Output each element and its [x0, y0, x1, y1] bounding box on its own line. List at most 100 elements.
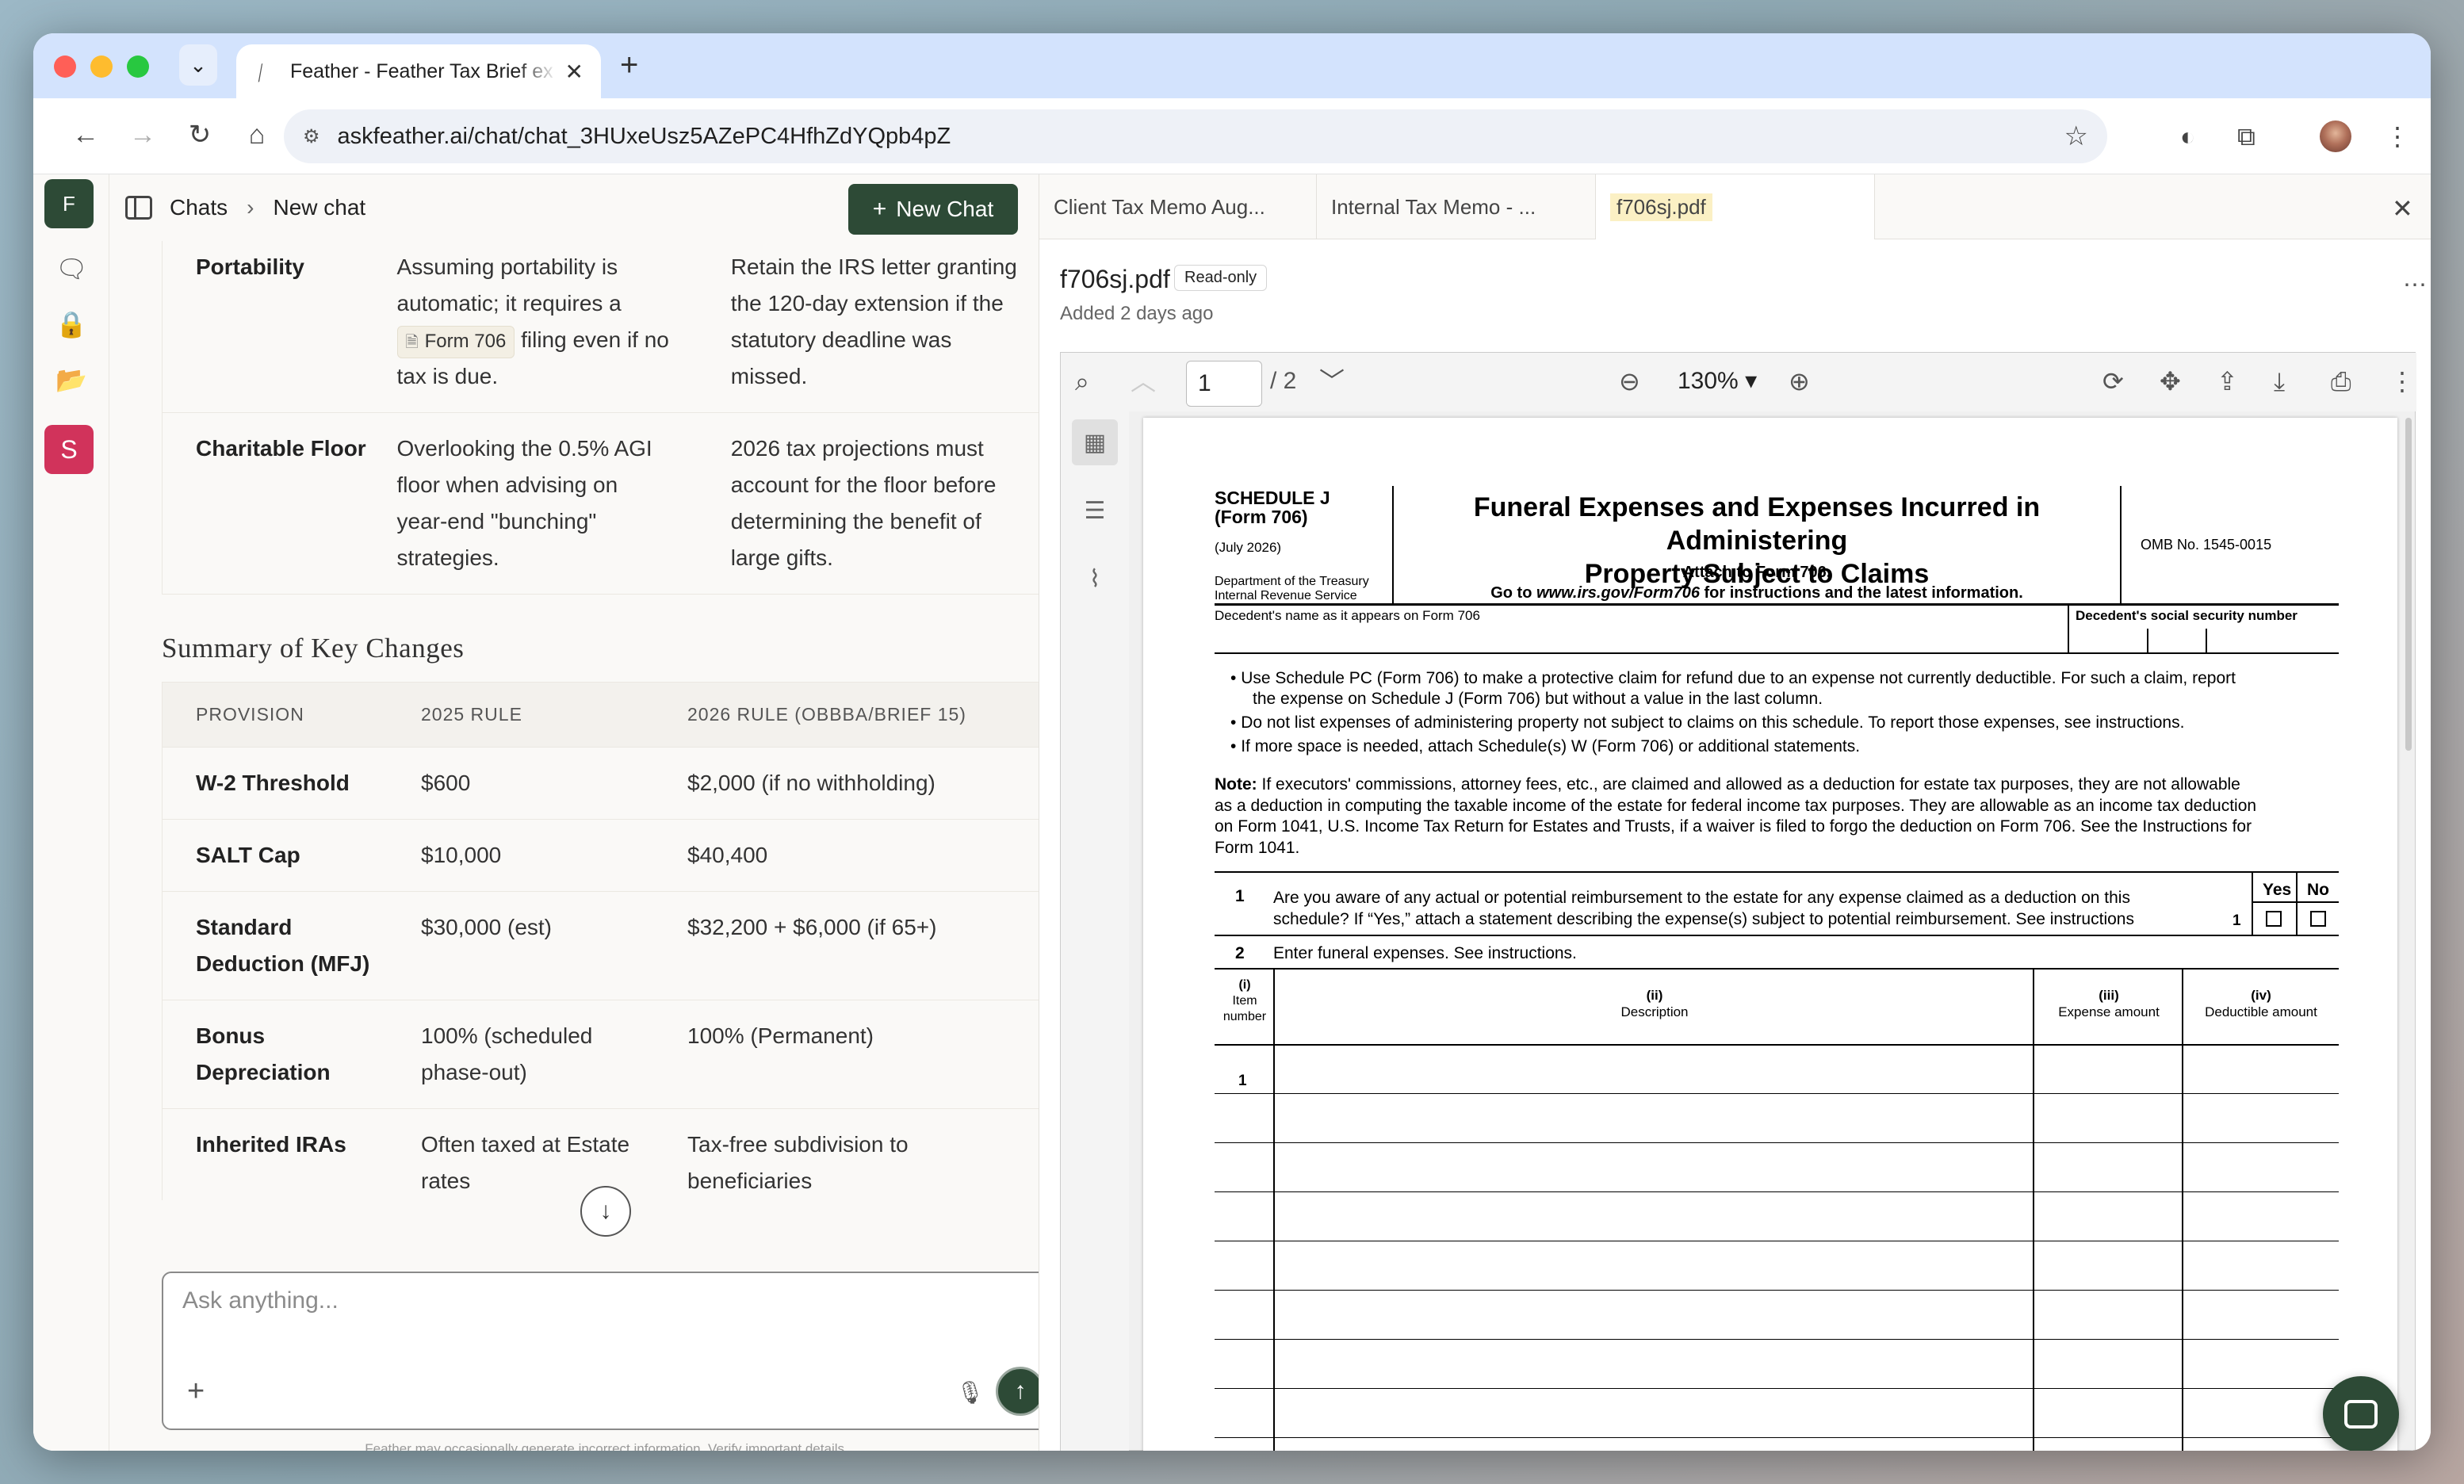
- rule-2026-cell: $32,200 + $6,000 (if 65+): [687, 915, 937, 939]
- chat-messages[interactable]: Portability Assuming portability is auto…: [109, 241, 1039, 1200]
- column-header: 2026 RULE (OBBBA/BRIEF 15): [687, 704, 966, 725]
- close-window-button[interactable]: [54, 55, 76, 78]
- new-chat-button[interactable]: + New Chat: [848, 184, 1018, 235]
- browser-tab-bar: ⌄ ⟋ Feather - Feather Tax Brief ex ✕ +: [33, 33, 2431, 98]
- question-2-text: Enter funeral expenses. See instructions…: [1273, 944, 1577, 962]
- user-avatar[interactable]: S: [44, 425, 94, 474]
- close-tab-icon[interactable]: ✕: [565, 59, 583, 85]
- provision-cell: Bonus Depreciation: [196, 1023, 331, 1084]
- share-icon[interactable]: ⇪: [2217, 364, 2238, 399]
- yes-checkbox[interactable]: [2266, 911, 2282, 927]
- column-expense-amount: (iii) Expense amount: [2058, 988, 2160, 1019]
- composer-input[interactable]: Ask anything...: [182, 1287, 339, 1314]
- minimize-window-button[interactable]: [90, 55, 113, 78]
- next-page-chevron-icon[interactable]: ﹀: [1319, 364, 1345, 399]
- decedent-ssn-label: Decedent's social security number: [2076, 608, 2298, 623]
- omb-number: OMB No. 1545-0015: [2141, 537, 2272, 553]
- tab-client-tax-memo[interactable]: Client Tax Memo Aug...: [1039, 174, 1317, 239]
- row-pitfall: Overlooking the 0.5% AGI floor when advi…: [396, 436, 652, 570]
- row-action: 2026 tax projections must account for th…: [730, 436, 997, 570]
- password-manager-icon[interactable]: ◐: [2180, 117, 2195, 155]
- support-chat-icon[interactable]: [2323, 1376, 2399, 1451]
- pan-icon[interactable]: ✥: [2160, 364, 2181, 399]
- table-row: Charitable Floor Overlooking the 0.5% AG…: [163, 413, 1039, 594]
- tab-internal-tax-memo[interactable]: Internal Tax Memo - ...: [1317, 174, 1596, 239]
- rule-2025-cell: $10,000: [421, 843, 502, 867]
- thumbnails-icon[interactable]: ▦: [1072, 419, 1118, 465]
- address-bar[interactable]: ⚙ askfeather.ai/chat/chat_3HUxeUsz5AZePC…: [284, 109, 2107, 163]
- scroll-down-arrow-icon[interactable]: ↓: [580, 1186, 631, 1237]
- provision-cell: SALT Cap: [196, 843, 300, 867]
- form-dept: Department of the Treasury: [1215, 575, 1369, 588]
- page-number-input[interactable]: 1: [1186, 361, 1262, 407]
- summary-table: PROVISION 2025 RULE 2026 RULE (OBBBA/BRI…: [162, 682, 1039, 1200]
- breadcrumb-chats[interactable]: Chats: [170, 195, 228, 220]
- decedent-name-label: Decedent's name as it appears on Form 70…: [1215, 608, 1480, 623]
- yes-label: Yes: [2263, 881, 2292, 899]
- attachments-paperclip-icon[interactable]: ⌇: [1072, 556, 1118, 602]
- rotate-icon[interactable]: ⟳: [2102, 364, 2124, 399]
- attach-plus-icon[interactable]: +: [187, 1375, 205, 1409]
- viewer-more-icon[interactable]: ⋮: [2389, 364, 2415, 399]
- rule-2026-cell: $2,000 (if no withholding): [687, 771, 935, 795]
- folder-icon[interactable]: 📂: [55, 365, 87, 395]
- pitfalls-table: Portability Assuming portability is auto…: [162, 241, 1039, 595]
- row-action: Retain the IRS letter granting the 120-d…: [730, 254, 1017, 388]
- rule-2026-cell: $40,400: [687, 843, 768, 867]
- close-document-panel-icon[interactable]: ✕: [2392, 193, 2413, 224]
- rule-2025-cell: Often taxed at Estate rates: [421, 1132, 630, 1193]
- lock-icon[interactable]: 🔒: [55, 309, 87, 339]
- tab-search-chevron-icon[interactable]: ⌄: [179, 44, 217, 86]
- microphone-icon[interactable]: 🎙: [956, 1379, 985, 1406]
- browser-window: ⌄ ⟋ Feather - Feather Tax Brief ex ✕ + ←…: [33, 33, 2431, 1451]
- bookmark-star-icon[interactable]: ☆: [2064, 120, 2088, 152]
- summary-table-header: PROVISION 2025 RULE 2026 RULE (OBBBA/BRI…: [163, 683, 1039, 748]
- left-rail: F 🗨 🔒 📂 S: [33, 174, 109, 1451]
- url-text: askfeather.ai/chat/chat_3HUxeUsz5AZePC4H…: [337, 123, 951, 149]
- outline-icon[interactable]: ☰: [1072, 488, 1118, 534]
- zoom-level-select[interactable]: 130% ▾: [1678, 364, 1757, 399]
- column-item-number: (i) Item number: [1222, 978, 1267, 1023]
- workspace-avatar[interactable]: F: [44, 179, 94, 228]
- chevron-right-icon: ›: [247, 195, 254, 220]
- rule-2025-cell: $600: [421, 771, 471, 795]
- browser-menu-icon[interactable]: ⋮: [2385, 117, 2410, 155]
- maximize-window-button[interactable]: [127, 55, 149, 78]
- zoom-in-icon[interactable]: ⊕: [1789, 364, 1810, 399]
- rule-2026-cell: Tax-free subdivision to beneficiaries: [687, 1132, 909, 1193]
- provision-cell: Inherited IRAs: [196, 1132, 346, 1157]
- row-topic: Portability: [196, 254, 304, 279]
- browser-tab[interactable]: ⟋ Feather - Feather Tax Brief ex ✕: [236, 44, 601, 98]
- line-1-box-label: 1: [2233, 912, 2241, 929]
- pdf-scrollbar[interactable]: [2405, 418, 2412, 751]
- sidebar-toggle-icon[interactable]: [125, 196, 152, 220]
- back-icon[interactable]: ←: [67, 116, 105, 154]
- search-icon[interactable]: ⌕: [1075, 364, 1089, 399]
- download-icon[interactable]: ⤓: [2274, 364, 2285, 399]
- tab-f706sj-pdf[interactable]: f706sj.pdf: [1596, 174, 1875, 239]
- no-checkbox[interactable]: [2310, 911, 2326, 927]
- site-settings-icon[interactable]: ⚙: [303, 125, 320, 148]
- reload-icon[interactable]: ↻: [181, 116, 219, 154]
- previous-page-chevron-icon[interactable]: ︿: [1131, 364, 1156, 399]
- profile-avatar[interactable]: [2320, 120, 2351, 152]
- forward-icon[interactable]: →: [124, 116, 162, 154]
- home-icon[interactable]: ⌂: [238, 116, 276, 154]
- pdf-sidebar: ▦ ☰ ⌇: [1061, 411, 1129, 1451]
- form-706-citation-chip[interactable]: 🗎 Form 706: [396, 326, 515, 358]
- chat-composer[interactable]: Ask anything... + 🎙 ↑: [162, 1272, 1051, 1430]
- no-label: No: [2307, 881, 2329, 899]
- extensions-icon[interactable]: ⧉: [2237, 117, 2255, 155]
- table-row: W-2 Threshold $600 $2,000 (if no withhol…: [163, 748, 1039, 820]
- print-icon[interactable]: ⎙: [2331, 364, 2351, 399]
- new-tab-button[interactable]: +: [620, 49, 638, 81]
- chats-icon[interactable]: 🗨: [55, 254, 88, 284]
- document-more-icon[interactable]: ⋯: [2403, 271, 2427, 299]
- page-total: / 2: [1270, 368, 1297, 394]
- column-deductible-amount: (iv) Deductible amount: [2205, 988, 2317, 1019]
- send-arrow-icon[interactable]: ↑: [996, 1367, 1045, 1416]
- document-icon: 🗎: [405, 334, 419, 351]
- header-divider: [2120, 486, 2122, 603]
- added-date: Added 2 days ago: [1060, 303, 1214, 324]
- zoom-out-icon[interactable]: ⊖: [1619, 364, 1640, 399]
